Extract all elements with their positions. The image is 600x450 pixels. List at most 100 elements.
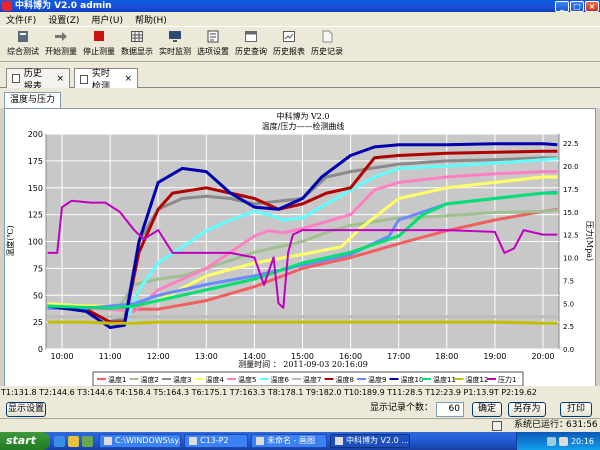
y-left-axis-label: 温度(℃) (5, 225, 15, 256)
confirm-button[interactable]: 确定 (472, 402, 502, 417)
task-cmd[interactable]: C:\WINDOWS\sy... (99, 434, 181, 448)
toolbar-label: 实时监测 (159, 47, 191, 56)
history-report-button[interactable]: 历史报表 (270, 27, 308, 61)
x-axis-label: 测量时间 ： 2011-09-03 20:16:09 (238, 359, 368, 369)
y-right-axis-label: 压力(Mpa) (585, 221, 595, 261)
start-measure-button[interactable]: 开始测量 (42, 27, 80, 61)
close-button[interactable]: × (585, 0, 599, 12)
y-right-tick-label: 15.0 (563, 209, 579, 217)
y-right-tick-label: 17.5 (563, 186, 579, 194)
legend-label: 温度1 (108, 375, 126, 384)
desktop-icon[interactable] (68, 435, 79, 447)
app-icon (2, 1, 12, 11)
tab-temperature-pressure[interactable]: 温度与压力 (4, 92, 62, 108)
toolbar-label: 综合测试 (7, 47, 39, 56)
y-right-tick-label: 12.5 (563, 232, 579, 240)
y-left-tick-label: 50 (33, 291, 43, 300)
quick-launch (54, 435, 96, 447)
chart-subtitle: 温度/压力——检测曲线 (262, 121, 345, 131)
taskbar: start C:\WINDOWS\sy... C13-P2 未命名 - 画图 中… (0, 432, 600, 450)
y-right-tick-label: 10.0 (563, 255, 579, 263)
legend-label: 温度3 (173, 375, 191, 384)
y-left-tick-label: 75 (33, 264, 43, 273)
subtab-bar: 温度与压力 (0, 88, 600, 108)
tab-history-report[interactable]: 历史报表 × (6, 68, 70, 92)
x-tick-label: 20:00 (531, 352, 554, 361)
volume-icon[interactable] (558, 436, 568, 446)
document-tabs: 历史报表 × 实时检测 × (0, 62, 600, 92)
data-display-button[interactable]: 数据显示 (118, 27, 156, 61)
y-left-tick-label: 25 (33, 318, 43, 327)
toolbar-label: 数据显示 (121, 47, 153, 56)
y-left-tick-label: 100 (28, 238, 43, 247)
control-row: 显示设置 显示记录个数： 60 确定 另存为 打印 (0, 400, 600, 418)
display-settings-button[interactable]: 显示设置 (6, 402, 46, 417)
close-tab-icon[interactable]: × (124, 74, 132, 84)
history-record-button[interactable]: 历史记录 (308, 27, 346, 61)
y-left-tick-label: 0 (38, 345, 43, 354)
monitor-icon (80, 74, 88, 84)
menu-help[interactable]: 帮助(H) (129, 13, 173, 26)
task-label: C:\WINDOWS\sy... (115, 436, 181, 445)
legend-label: 温度11 (433, 375, 456, 384)
clock: 20:16 (570, 436, 594, 446)
network-icon[interactable] (546, 436, 556, 446)
menu-file[interactable]: 文件(F) (0, 13, 42, 26)
legend-label: 温度7 (303, 375, 321, 384)
save-as-button[interactable]: 另存为 (508, 402, 546, 417)
toolbar-label: 开始测量 (45, 47, 77, 56)
folder-icon (189, 437, 197, 445)
task-label: 中科博为 V2.0 ... (346, 436, 409, 445)
toolbar-label: 停止测量 (83, 47, 115, 56)
chart-title: 中科博为 V2.0 (276, 111, 329, 121)
y-left-tick-label: 125 (28, 211, 43, 220)
menu-settings[interactable]: 设置(Z) (42, 13, 85, 26)
x-tick-label: 12:00 (147, 352, 170, 361)
toolbar-label: 历史查询 (235, 47, 267, 56)
x-tick-label: 19:00 (483, 352, 506, 361)
history-query-button[interactable]: 历史查询 (232, 27, 270, 61)
chart-panel: 中科博为 V2.0 温度/压力——检测曲线 10:00 11:00 12:00 13:… (4, 108, 596, 400)
paint-icon (256, 437, 264, 445)
record-count-input[interactable]: 60 (436, 402, 464, 417)
temperature-pressure-chart: 中科博为 V2.0 温度/压力——检测曲线 10:00 11:00 12:00 13:… (5, 111, 595, 387)
legend-label: 温度10 (401, 375, 424, 384)
ie-icon[interactable] (54, 435, 65, 447)
y-right-axis-ticks: 0.0 2.5 5.0 7.5 10.0 12.5 15.0 17.5 20.0 22.5 (563, 140, 579, 354)
y-right-tick-label: 0.0 (563, 346, 574, 354)
x-tick-label: 17:00 (387, 352, 410, 361)
series-line (47, 320, 558, 325)
system-tray: 20:16 (516, 432, 600, 450)
tab-realtime-detect[interactable]: 实时检测 × (74, 68, 138, 92)
menu-user[interactable]: 用户(U) (85, 13, 129, 26)
x-tick-label: 10:00 (50, 352, 73, 361)
stop-icon (92, 30, 106, 43)
monitor-icon (168, 30, 182, 43)
y-right-tick-label: 22.5 (563, 140, 579, 148)
task-paint[interactable]: 未命名 - 画图 (251, 434, 327, 448)
record-count-label: 显示记录个数： (370, 403, 434, 413)
legend-label: 温度4 (206, 375, 225, 384)
task-folder[interactable]: C13-P2 (184, 434, 248, 448)
comprehensive-test-button[interactable]: 综合测试 (4, 27, 42, 61)
legend-label: 温度12 (466, 375, 489, 384)
y-left-axis-ticks: 0 25 50 75 100 125 150 175 200 (28, 130, 43, 354)
running-time-label: 系统已运行： (514, 420, 569, 430)
stop-measure-button[interactable]: 停止测量 (80, 27, 118, 61)
document-icon (12, 74, 20, 83)
minimize-button[interactable]: _ (555, 0, 569, 12)
start-button[interactable]: start (0, 432, 50, 450)
print-button[interactable]: 打印 (560, 402, 592, 417)
option-settings-button[interactable]: 选项设置 (194, 27, 232, 61)
task-label: C13-P2 (200, 436, 229, 445)
task-app[interactable]: 中科博为 V2.0 ... (330, 434, 410, 448)
media-icon[interactable] (82, 435, 93, 447)
realtime-monitor-button[interactable]: 实时监测 (156, 27, 194, 61)
legend-label: 温度6 (271, 375, 290, 384)
checklist-icon (206, 30, 220, 43)
close-tab-icon[interactable]: × (56, 74, 64, 84)
menu-bar: 文件(F) 设置(Z) 用户(U) 帮助(H) (0, 12, 600, 26)
arrow-right-icon (54, 30, 68, 43)
maximize-button[interactable]: □ (570, 0, 584, 12)
sensor-readout: T1:131.8 T2:144.6 T3:144.6 T4:158.4 T5:1… (0, 386, 600, 400)
